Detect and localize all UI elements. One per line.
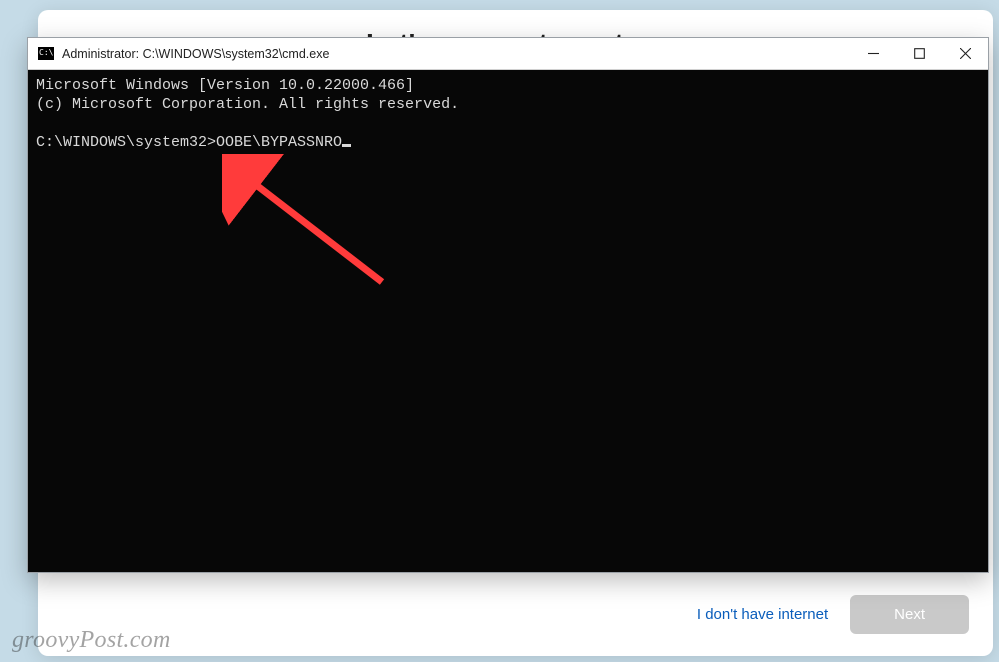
cursor — [342, 144, 351, 147]
prompt: C:\WINDOWS\system32> — [36, 134, 216, 151]
terminal-output[interactable]: Microsoft Windows [Version 10.0.22000.46… — [28, 70, 988, 572]
maximize-icon — [914, 48, 925, 59]
no-internet-link[interactable]: I don't have internet — [697, 606, 828, 623]
banner-line-1: Microsoft Windows [Version 10.0.22000.46… — [36, 77, 414, 94]
cmd-window: Administrator: C:\WINDOWS\system32\cmd.e… — [27, 37, 989, 573]
minimize-icon — [868, 48, 879, 59]
window-title: Administrator: C:\WINDOWS\system32\cmd.e… — [62, 47, 850, 61]
minimize-button[interactable] — [850, 38, 896, 70]
oobe-actions: I don't have internet Next — [697, 595, 969, 634]
watermark: groovyPost.com — [12, 627, 171, 654]
maximize-button[interactable] — [896, 38, 942, 70]
cmd-icon — [38, 47, 54, 60]
titlebar[interactable]: Administrator: C:\WINDOWS\system32\cmd.e… — [28, 38, 988, 70]
close-icon — [960, 48, 971, 59]
close-button[interactable] — [942, 38, 988, 70]
next-button[interactable]: Next — [850, 595, 969, 634]
command-input: OOBE\BYPASSNRO — [216, 134, 342, 151]
banner-line-2: (c) Microsoft Corporation. All rights re… — [36, 96, 459, 113]
